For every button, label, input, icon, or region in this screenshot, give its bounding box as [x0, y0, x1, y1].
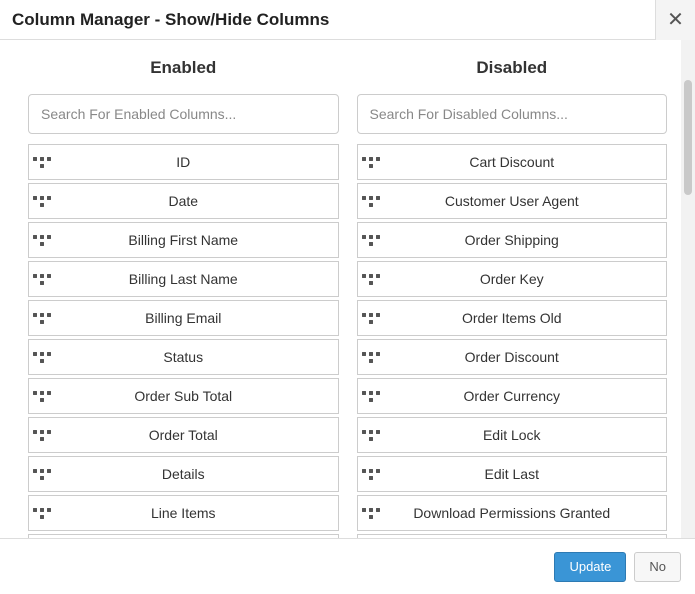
drag-handle-icon[interactable] [29, 157, 55, 168]
disabled-heading: Disabled [357, 58, 668, 78]
scroll-area: Enabled ID Date Billing First Name Billing … [0, 40, 695, 538]
column-item-label: Cart Discount [384, 154, 667, 170]
titlebar: Column Manager - Show/Hide Columns ✕ [0, 0, 695, 40]
column-item[interactable]: Order Shipping [357, 222, 668, 258]
disabled-column: Disabled Cart Discount Customer User Agen… [357, 58, 668, 538]
column-item[interactable]: Date Paid [357, 534, 668, 538]
drag-handle-icon[interactable] [358, 352, 384, 363]
drag-handle-icon[interactable] [358, 391, 384, 402]
column-item[interactable]: Line Items [28, 495, 339, 531]
scrollbar-track[interactable] [681, 40, 695, 538]
drag-handle-icon[interactable] [358, 313, 384, 324]
column-item-label: Details [55, 466, 338, 482]
drag-handle-icon[interactable] [29, 196, 55, 207]
scrollbar-thumb[interactable] [684, 80, 692, 195]
column-item[interactable]: Download Permissions Granted [357, 495, 668, 531]
drag-handle-icon[interactable] [358, 469, 384, 480]
column-item[interactable]: Billing Last Name [28, 261, 339, 297]
column-item[interactable]: Order Currency [357, 378, 668, 414]
column-item-label: Order Discount [384, 349, 667, 365]
drag-handle-icon[interactable] [29, 469, 55, 480]
column-item[interactable]: Billing Email [28, 300, 339, 336]
modal-title: Column Manager - Show/Hide Columns [12, 10, 655, 30]
column-item[interactable]: Order Items Old [357, 300, 668, 336]
enabled-heading: Enabled [28, 58, 339, 78]
column-item-label: Date [55, 193, 338, 209]
enabled-list: ID Date Billing First Name Billing Last Nam… [28, 144, 339, 538]
column-item[interactable]: Details [28, 456, 339, 492]
drag-handle-icon[interactable] [358, 157, 384, 168]
column-item-label: Edit Lock [384, 427, 667, 443]
drag-handle-icon[interactable] [29, 352, 55, 363]
drag-handle-icon[interactable] [358, 508, 384, 519]
drag-handle-icon[interactable] [29, 430, 55, 441]
column-item-label: Billing Email [55, 310, 338, 326]
modal-footer: Update No [0, 538, 695, 594]
column-item[interactable]: Billing First Name [28, 222, 339, 258]
drag-handle-icon[interactable] [358, 430, 384, 441]
column-item-label: Order Currency [384, 388, 667, 404]
drag-handle-icon[interactable] [29, 235, 55, 246]
column-item-label: Order Items Old [384, 310, 667, 326]
column-item-label: Line Items [55, 505, 338, 521]
disabled-list: Cart Discount Customer User Agent Order Sh… [357, 144, 668, 538]
disabled-search-input[interactable] [357, 94, 668, 134]
column-item[interactable]: Edit Lock [357, 417, 668, 453]
modal-body: Enabled ID Date Billing First Name Billing … [0, 40, 695, 538]
column-item[interactable]: Order Key [357, 261, 668, 297]
column-item-label: Edit Last [384, 466, 667, 482]
drag-handle-icon[interactable] [29, 313, 55, 324]
drag-handle-icon[interactable] [29, 508, 55, 519]
column-item-label: Billing Last Name [55, 271, 338, 287]
column-item[interactable]: Date [28, 183, 339, 219]
no-button[interactable]: No [634, 552, 681, 582]
close-button[interactable]: ✕ [655, 0, 695, 40]
enabled-search-input[interactable] [28, 94, 339, 134]
column-item-label: Order Shipping [384, 232, 667, 248]
drag-handle-icon[interactable] [358, 274, 384, 285]
column-item[interactable]: Order Discount [357, 339, 668, 375]
column-item[interactable]: Payment Method Title [28, 534, 339, 538]
drag-handle-icon[interactable] [29, 391, 55, 402]
column-item-label: Download Permissions Granted [384, 505, 667, 521]
column-item[interactable]: Edit Last [357, 456, 668, 492]
column-item-label: Order Total [55, 427, 338, 443]
column-item[interactable]: Order Total [28, 417, 339, 453]
column-item[interactable]: Cart Discount [357, 144, 668, 180]
column-item[interactable]: Status [28, 339, 339, 375]
column-manager-modal: Column Manager - Show/Hide Columns ✕ Ena… [0, 0, 695, 594]
enabled-column: Enabled ID Date Billing First Name Billing … [28, 58, 339, 538]
column-item-label: Billing First Name [55, 232, 338, 248]
drag-handle-icon[interactable] [358, 235, 384, 246]
column-item-label: Order Key [384, 271, 667, 287]
update-button[interactable]: Update [554, 552, 626, 582]
column-item[interactable]: Customer User Agent [357, 183, 668, 219]
column-item-label: Status [55, 349, 338, 365]
close-icon: ✕ [667, 9, 684, 31]
column-item-label: Order Sub Total [55, 388, 338, 404]
column-item[interactable]: Order Sub Total [28, 378, 339, 414]
column-item-label: ID [55, 154, 338, 170]
column-item[interactable]: ID [28, 144, 339, 180]
column-item-label: Customer User Agent [384, 193, 667, 209]
drag-handle-icon[interactable] [29, 274, 55, 285]
drag-handle-icon[interactable] [358, 196, 384, 207]
